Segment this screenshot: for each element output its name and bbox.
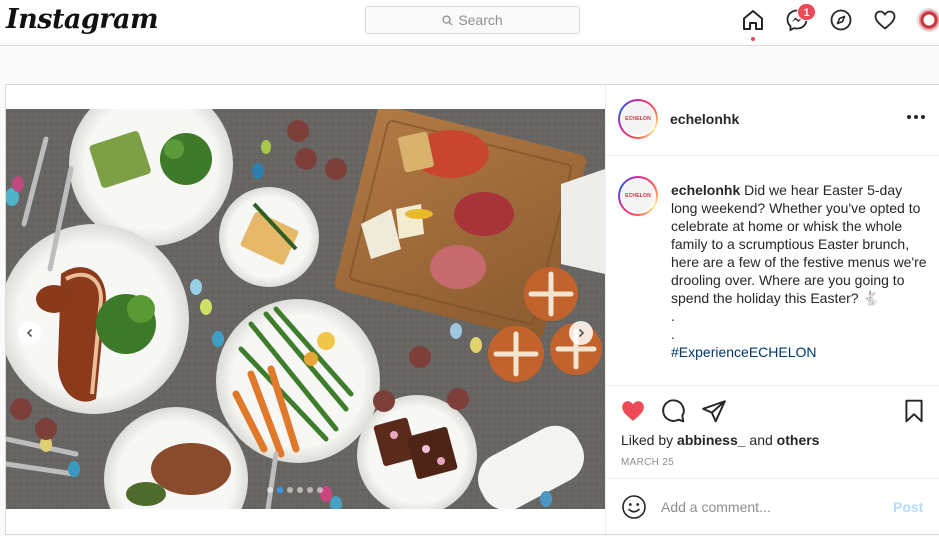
avatar-logo-text: ECHELON	[622, 180, 654, 212]
carousel-indicator	[267, 487, 323, 493]
share-icon[interactable]	[701, 398, 727, 424]
caption-text: Did we hear Easter 5-day long weekend? W…	[671, 182, 927, 306]
liked-by-others-link[interactable]: others	[777, 432, 820, 448]
post-header: ECHELON echelonhk	[606, 85, 939, 156]
caption-username[interactable]: echelonhk	[671, 182, 740, 198]
carousel-dot	[277, 487, 283, 493]
messages-badge: 1	[797, 3, 816, 21]
carousel-prev-button[interactable]	[18, 321, 42, 345]
post-photo[interactable]	[6, 109, 605, 509]
heart-icon[interactable]	[873, 8, 897, 32]
profile-avatar[interactable]	[917, 8, 939, 32]
carousel-dot	[297, 487, 303, 493]
like-heart-icon[interactable]	[620, 398, 646, 424]
carousel-dot	[307, 487, 313, 493]
avatar-logo-text: ECHELON	[622, 103, 654, 135]
post-date[interactable]: MARCH 25	[621, 457, 674, 468]
home-icon[interactable]	[741, 8, 765, 32]
post-comment-button[interactable]: Post	[893, 499, 923, 515]
chevron-right-icon	[578, 328, 585, 338]
post-details-panel: ECHELON echelonhk ECHELON echelonhk Did …	[605, 85, 939, 534]
caption-dot: .	[671, 326, 675, 342]
hashtag-link[interactable]: #ExperienceECHELON	[671, 343, 931, 361]
food-flatlay-image	[6, 109, 605, 509]
carousel-next-button[interactable]	[569, 321, 593, 345]
carousel-dot	[287, 487, 293, 493]
post-card: ECHELON echelonhk ECHELON echelonhk Did …	[5, 84, 939, 535]
author-username[interactable]: echelonhk	[670, 111, 739, 127]
save-bookmark-icon[interactable]	[901, 398, 927, 424]
comment-icon[interactable]	[660, 398, 686, 424]
liked-by-text: Liked by abbiness_ and others	[621, 432, 819, 448]
carousel-dot	[317, 487, 323, 493]
emoji-icon[interactable]	[621, 494, 647, 520]
chevron-left-icon	[26, 328, 33, 338]
search-icon	[442, 14, 453, 26]
post-actions: Liked by abbiness_ and others MARCH 25 A…	[606, 385, 939, 535]
liked-by-and: and	[749, 432, 773, 448]
caption-dot: .	[671, 308, 675, 324]
search-placeholder: Search	[458, 12, 503, 28]
post-caption: echelonhk Did we hear Easter 5-day long …	[671, 181, 931, 361]
home-active-dot	[751, 37, 755, 41]
search-input[interactable]: Search	[365, 6, 580, 34]
comment-input[interactable]: Add a comment...	[661, 499, 771, 515]
instagram-logo[interactable]: Instagram	[6, 4, 159, 35]
liked-by-prefix: Liked by	[621, 432, 674, 448]
author-avatar[interactable]: ECHELON	[618, 99, 658, 139]
more-options-icon[interactable]	[907, 115, 925, 121]
liked-by-username[interactable]: abbiness_	[677, 432, 745, 448]
top-navigation-bar: Instagram Search 1	[0, 0, 939, 46]
carousel-dot	[267, 487, 273, 493]
caption-avatar[interactable]: ECHELON	[618, 176, 658, 216]
explore-icon[interactable]	[829, 8, 853, 32]
comment-form: Add a comment... Post	[606, 478, 939, 536]
